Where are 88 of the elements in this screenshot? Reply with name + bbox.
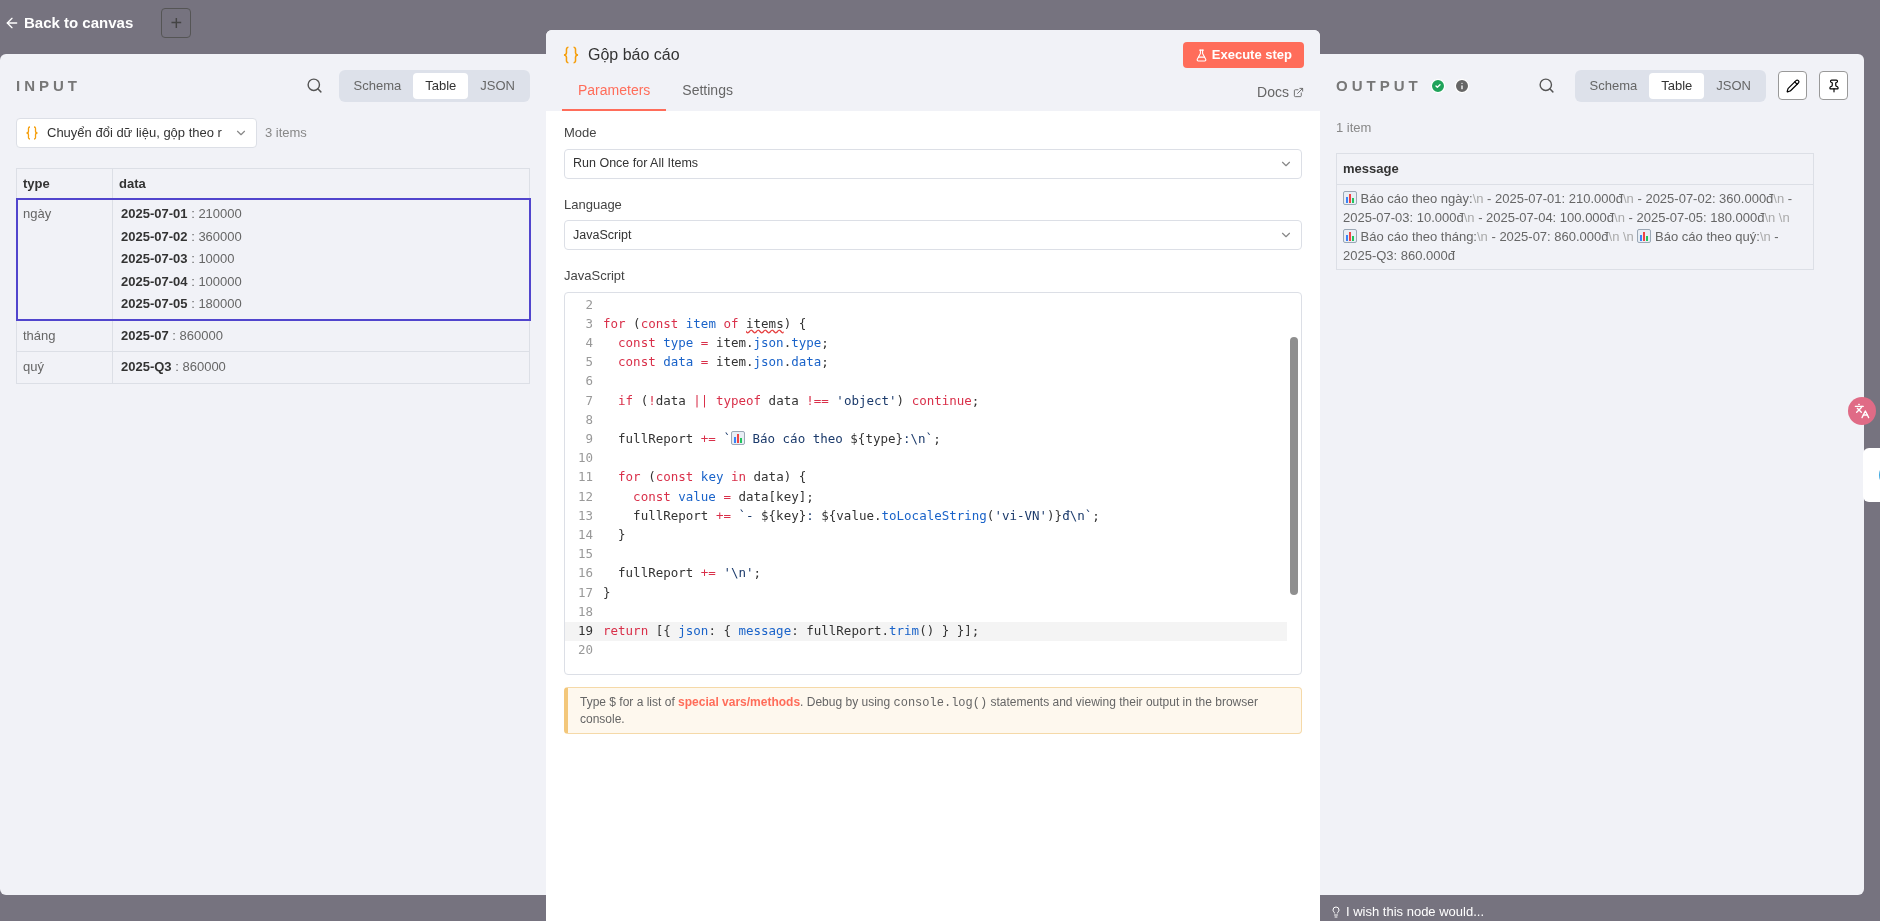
item-count: 1 item <box>1336 118 1373 137</box>
docs-link[interactable]: Docs <box>1257 82 1304 111</box>
select-field[interactable]: Run Once for All Items <box>564 148 1302 179</box>
search-icon[interactable] <box>305 77 323 95</box>
key-value: 2025-07-01 : 210000 <box>121 205 243 223</box>
line-number: 20 <box>576 641 593 660</box>
translate-button[interactable] <box>1848 397 1876 425</box>
code-line: fullReport += ` Báo cáo theo ${type}:\n`; <box>617 430 941 449</box>
braces-icon <box>25 125 39 140</box>
line-number: 11 <box>576 468 593 487</box>
code-line: } <box>603 583 611 602</box>
node-title: Gộp báo cáo <box>588 45 680 65</box>
code-editor[interactable] <box>564 291 1302 675</box>
chart-icon <box>730 431 745 446</box>
feedback-link[interactable]: I wish this node would... <box>1346 902 1485 921</box>
chart-icon <box>1343 190 1357 205</box>
pin-icon <box>1826 78 1841 93</box>
line-number: 17 <box>576 583 593 602</box>
chart-icon <box>1637 228 1652 243</box>
line-number: 15 <box>576 545 593 564</box>
code-line: for (const item of items) { <box>603 314 807 333</box>
line-number: 2 <box>584 295 593 314</box>
table-cell: quý <box>16 351 113 383</box>
external-link-icon <box>1293 87 1304 98</box>
line-number: 18 <box>576 602 593 621</box>
line-number: 6 <box>584 372 593 391</box>
view-tab[interactable]: Table <box>1649 73 1705 99</box>
line-number: 14 <box>576 525 593 544</box>
tab[interactable]: Settings <box>666 76 749 111</box>
select-field[interactable]: JavaScript <box>564 220 1302 250</box>
code-line: const data = item.json.data; <box>617 353 829 372</box>
key-value: 2025-07 : 860000 <box>121 326 224 345</box>
column-header: type <box>16 168 113 199</box>
line-number: 10 <box>576 449 593 468</box>
edit-button[interactable] <box>1778 71 1807 101</box>
back-link[interactable]: Back to canvas <box>4 11 134 35</box>
braces-icon <box>562 46 580 64</box>
flask-icon <box>1194 48 1208 62</box>
table-cell-text: Báo cáo theo ngày:\n - 2025-07-01: 210.000đ\n - 2025-07-02: 360.000đ\n - 2025-07-03: 10.000đ\n - 2025-07-04: 100.000đ\n - 2025-07-05: 180.000đ\n \n Báo cáo theo tháng:\n - 2025-07: 860.000đ\n \n Báo cáo theo quý:\n - 2025-Q3: 860.000đ <box>1342 189 1794 265</box>
code-line: fullReport += '\n'; <box>617 564 762 583</box>
field-label: JavaScript <box>564 267 626 285</box>
line-number: 4 <box>584 334 593 353</box>
line-number: 5 <box>584 353 593 372</box>
line-number: 13 <box>576 506 593 525</box>
key-value: 2025-07-05 : 180000 <box>121 295 243 313</box>
item-count: 3 items <box>264 123 307 142</box>
pencil-icon <box>1785 78 1800 93</box>
info-icon[interactable] <box>1453 77 1470 94</box>
line-number: 12 <box>576 487 593 506</box>
code-line: const value = data[key]; <box>632 487 814 506</box>
view-tab[interactable]: Schema <box>341 73 414 99</box>
source-select[interactable]: Chuyển đổi dữ liệu, gộp theo r <box>16 117 257 148</box>
line-number: 9 <box>584 430 593 449</box>
key-value: 2025-07-03 : 10000 <box>121 250 236 268</box>
chart-icon <box>1343 228 1357 243</box>
code-line: if (!data || typeof data !== 'object') continue; <box>617 391 980 410</box>
search-icon[interactable] <box>1537 77 1555 95</box>
code-line: const type = item.json.type; <box>617 334 829 353</box>
column-header: data <box>112 168 530 199</box>
key-value: 2025-07-02 : 360000 <box>121 227 243 246</box>
output-title: OUTPUT <box>1336 75 1422 96</box>
field-label: Language <box>564 195 623 214</box>
code-line: fullReport += `- ${key}: ${value.toLocaleString('vi-VN')}đ\n`; <box>632 506 1100 525</box>
line-number: 7 <box>584 391 593 410</box>
code-line: for (const key in data) { <box>617 468 807 487</box>
scrollbar-icon <box>1290 336 1298 595</box>
table-cell: tháng <box>16 320 113 352</box>
line-number: 16 <box>576 564 593 583</box>
code-line: } <box>617 525 626 544</box>
view-tab[interactable]: Schema <box>1577 73 1650 99</box>
key-value: 2025-Q3 : 860000 <box>121 358 227 376</box>
execute-button[interactable]: Execute step <box>1182 42 1304 68</box>
column-header: message <box>1337 154 1813 185</box>
code-line: return [{ json: { message: fullReport.trim() } }]; <box>603 621 980 640</box>
line-number: 8 <box>584 410 593 429</box>
key-value: 2025-07-04 : 100000 <box>121 272 243 291</box>
pin-button[interactable] <box>1819 71 1848 101</box>
view-tab[interactable]: JSON <box>468 73 527 99</box>
field-label: Mode <box>564 124 598 142</box>
line-number: 19 <box>576 621 593 640</box>
view-tab[interactable]: JSON <box>1704 73 1763 99</box>
lightbulb-icon <box>1330 905 1342 918</box>
input-title: INPUT <box>16 75 81 96</box>
view-tab[interactable]: Table <box>413 73 469 99</box>
line-number: 3 <box>584 314 593 333</box>
translate-icon <box>1854 403 1870 419</box>
hint-banner: Type $ for a list of special vars/methods. Debug by using console.log() statements and viewing their output in the browser console. <box>564 686 1302 734</box>
success-icon <box>1429 77 1446 94</box>
